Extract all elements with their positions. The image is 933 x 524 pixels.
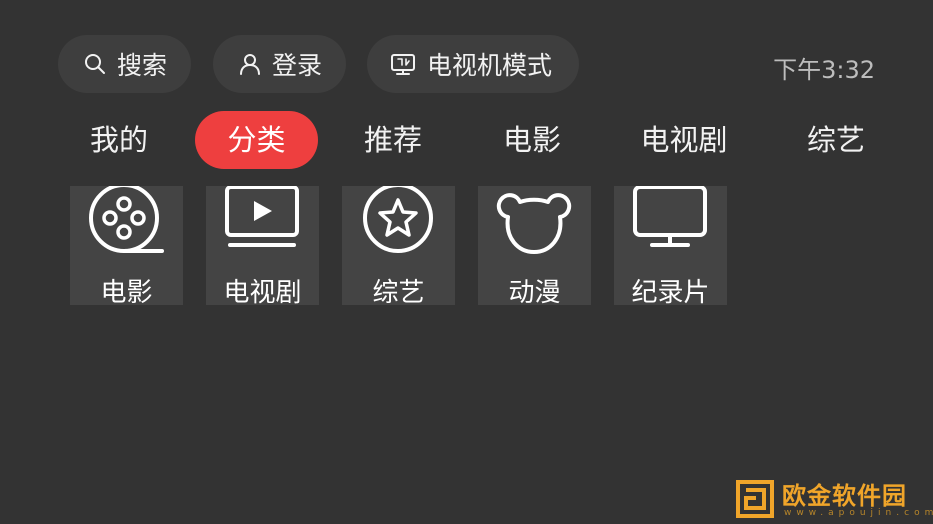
user-icon — [240, 54, 260, 75]
search-label: 搜索 — [117, 51, 168, 80]
tab-movies[interactable]: 电影 — [487, 111, 577, 169]
film-reel-icon — [89, 186, 164, 253]
tab-label: 综艺 — [806, 123, 865, 157]
tab-label: 电视剧 — [640, 123, 728, 157]
category-label: 纪录片 — [631, 278, 710, 305]
tv-mode-label: 电视机模式 — [427, 51, 553, 80]
tab-recommend[interactable]: 推荐 — [348, 111, 438, 169]
category-tile-anime[interactable]: 动漫 — [478, 186, 591, 305]
star-circle-icon — [363, 186, 433, 253]
category-tile-tv-series[interactable]: 电视剧 — [206, 186, 319, 305]
category-tile-variety[interactable]: 综艺 — [342, 186, 455, 305]
bear-head-icon — [496, 193, 572, 254]
login-label: 登录 — [272, 51, 323, 80]
category-label: 电视剧 — [223, 278, 302, 305]
watermark-logo-icon — [736, 480, 774, 518]
category-label: 动漫 — [508, 278, 561, 305]
category-tile-movies[interactable]: 电影 — [70, 186, 183, 305]
tv-icon — [391, 54, 415, 75]
category-label: 综艺 — [372, 278, 425, 305]
status-time: 下午3:32 — [773, 56, 875, 84]
watermark: 欧金软件园 www.apoujin.com — [734, 476, 933, 522]
search-button[interactable]: 搜索 — [58, 35, 191, 93]
tab-label: 我的 — [89, 123, 148, 157]
search-icon — [85, 54, 105, 74]
tab-mine[interactable]: 我的 — [75, 111, 163, 169]
play-screen-icon — [225, 186, 299, 247]
monitor-icon — [633, 186, 707, 247]
tab-tv-series[interactable]: 电视剧 — [627, 111, 741, 169]
tab-label: 电影 — [502, 123, 561, 157]
tab-category[interactable]: 分类 — [195, 111, 318, 169]
tab-label: 分类 — [227, 123, 286, 157]
watermark-url: www.apoujin.com — [784, 508, 933, 518]
tab-label: 推荐 — [363, 123, 422, 157]
category-tile-documentary[interactable]: 纪录片 — [614, 186, 727, 305]
watermark-title: 欧金软件园 — [782, 482, 907, 510]
category-label: 电影 — [100, 278, 153, 305]
login-button[interactable]: 登录 — [213, 35, 346, 93]
tv-mode-button[interactable]: 电视机模式 — [367, 35, 579, 93]
tab-variety[interactable]: 综艺 — [791, 111, 881, 169]
